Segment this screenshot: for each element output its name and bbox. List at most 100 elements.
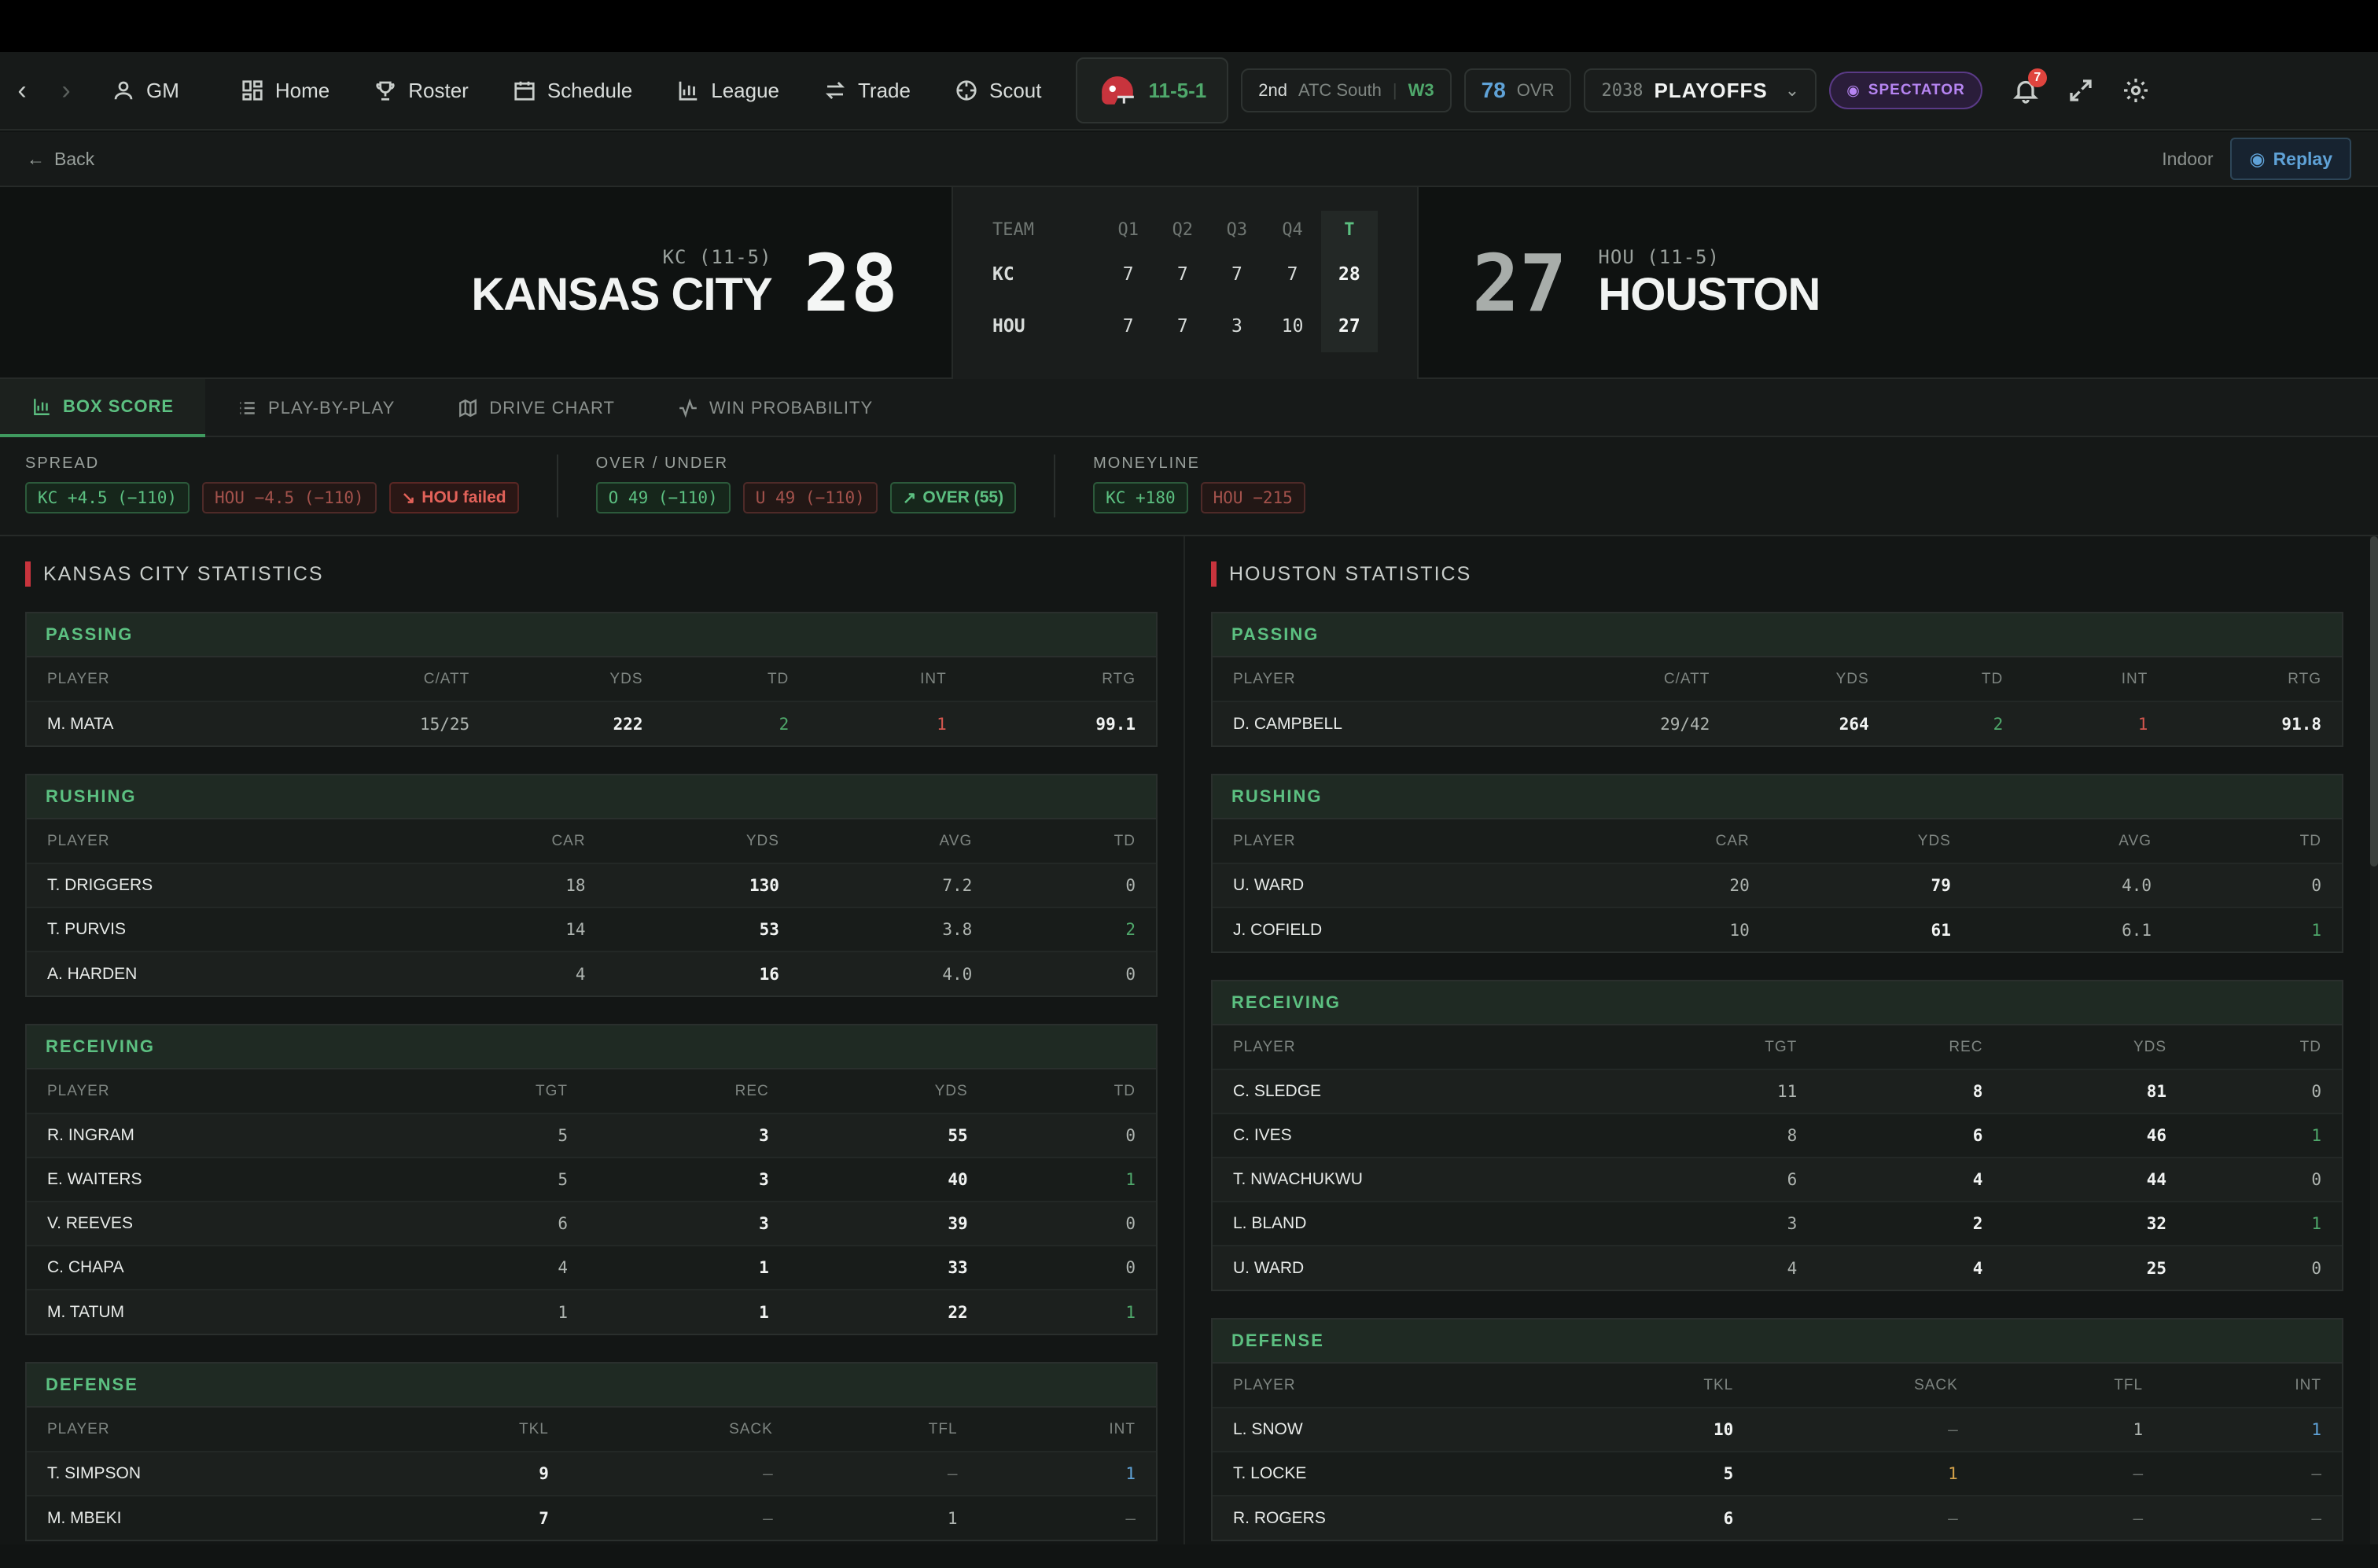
nav-scout[interactable]: Scout <box>933 51 1064 130</box>
table-row[interactable]: A. HARDEN 4 16 4.0 0 <box>27 951 1156 996</box>
table-row[interactable]: M. MBEKI 7–1– <box>27 1495 1156 1540</box>
replay-label: Replay <box>2273 148 2332 169</box>
column-header: C/ATT <box>1663 670 1710 687</box>
list-icon <box>240 402 255 414</box>
table-cell: 1 <box>1978 1407 2164 1452</box>
nav-home[interactable]: Home <box>201 51 352 130</box>
table-cell: T. NWACHUKWU <box>1213 1157 1636 1202</box>
table-cell: 6 <box>391 1201 589 1246</box>
table-row[interactable]: T. NWACHUKWU 6 4 44 0 <box>1213 1157 2342 1202</box>
gear-icon <box>2123 79 2148 102</box>
table-row[interactable]: U. WARD 20 79 4.0 0 <box>1213 863 2342 907</box>
spread-result-chip: ↘ HOU failed <box>388 482 519 513</box>
table-row[interactable]: R. ROGERS 6– – – <box>1213 1495 2342 1540</box>
column-header: TD <box>1114 832 1136 849</box>
table-row[interactable]: M. MATA 15/25 222 2 1 99.1 <box>27 701 1156 745</box>
column-header: INT <box>2295 1376 2321 1393</box>
table-cell: 6 <box>1636 1157 1818 1202</box>
replay-button[interactable]: ◉ Replay <box>2230 138 2351 180</box>
venue-label: Indoor <box>2162 148 2214 169</box>
table-cell: T. SIMPSON <box>27 1451 383 1496</box>
season-select[interactable]: 2038 PLAYOFFS ⌄ <box>1584 68 1817 112</box>
table-cell: – <box>569 1451 793 1496</box>
defense-card: DEFENSE PLAYER TKL SACK TFL INT L. SNOW 10–1 1 T.… <box>1211 1318 2343 1541</box>
column-header: TD <box>2299 1038 2321 1055</box>
table-row[interactable]: E. WAITERS 5 3 40 1 <box>27 1157 1156 1202</box>
table-row[interactable]: L. SNOW 10–1 1 <box>1213 1407 2342 1452</box>
line-cell: 3 <box>1231 316 1242 337</box>
nav-schedule[interactable]: Schedule <box>491 51 654 130</box>
table-cell: – <box>569 1495 793 1540</box>
calendar-icon <box>514 81 535 101</box>
back-button[interactable]: ← Back <box>27 149 94 170</box>
season-year: 2038 <box>1601 80 1644 101</box>
team-color-bar <box>25 561 31 587</box>
tab-box-score[interactable]: BOX SCORE <box>0 379 206 437</box>
scrollbar-thumb[interactable] <box>2370 536 2378 867</box>
table-cell: 4.0 <box>799 951 993 996</box>
nav-scout-label: Scout <box>988 78 1042 102</box>
table-row[interactable]: T. SIMPSON 9– –1 <box>27 1451 1156 1496</box>
receiving-heading: RECEIVING <box>27 1025 1156 1069</box>
passing-heading: PASSING <box>1213 613 2342 657</box>
table-cell: 25 <box>2003 1245 2188 1290</box>
over-under-group: OVER / UNDER O 49 (−110) U 49 (−110) ↗ OV… <box>595 455 1056 517</box>
table-cell: 1 <box>2163 1407 2342 1452</box>
table-cell: 2 <box>1889 701 2024 745</box>
window-top-bar <box>0 0 2378 52</box>
column-header: YDS <box>609 670 643 687</box>
fullscreen-button[interactable] <box>2053 51 2108 130</box>
column-header: TKL <box>1703 1376 1734 1393</box>
rushing-heading: RUSHING <box>1213 775 2342 819</box>
column-header: PLAYER <box>1233 1038 1296 1055</box>
table-row[interactable]: C. SLEDGE 11 8 81 0 <box>1213 1069 2342 1113</box>
table-row[interactable]: T. DRIGGERS 18 130 7.2 0 <box>27 863 1156 907</box>
table-row[interactable]: T. LOCKE 5 1– – <box>1213 1451 2342 1496</box>
table-row[interactable]: V. REEVES 6 3 39 0 <box>27 1201 1156 1246</box>
team-record-pill[interactable]: 11-5-1 <box>1076 57 1229 123</box>
table-row[interactable]: R. INGRAM 5 3 55 0 <box>27 1113 1156 1158</box>
table-row[interactable]: J. COFIELD 10 61 6.1 1 <box>1213 907 2342 951</box>
standing-pill[interactable]: 2nd ATC South | W3 <box>1241 68 1452 112</box>
nav-roster[interactable]: Roster <box>352 51 491 130</box>
nav-roster-label: Roster <box>408 78 469 102</box>
table-cell: 2 <box>992 907 1156 951</box>
notification-count-badge: 7 <box>2027 68 2047 87</box>
table-header: PLAYER CAR YDS AVG TD <box>1213 819 2342 863</box>
ovr-pill[interactable]: 78 OVR <box>1463 68 1572 112</box>
table-row[interactable]: C. IVES 8 6 46 1 <box>1213 1113 2342 1158</box>
tab-win-probability[interactable]: WIN PROBABILITY <box>646 379 904 437</box>
table-row[interactable]: T. PURVIS 14 53 3.8 2 <box>27 907 1156 951</box>
nav-trade[interactable]: Trade <box>801 51 933 130</box>
table-row[interactable]: M. TATUM 1 1 22 1 <box>27 1289 1156 1334</box>
table-row[interactable]: L. BLAND 3 2 32 1 <box>1213 1201 2342 1246</box>
table-cell: 0 <box>988 1113 1156 1158</box>
ovr-value: 78 <box>1481 78 1506 102</box>
table-cell: 9 <box>382 1451 569 1496</box>
notifications-button[interactable]: 7 <box>1998 51 2053 130</box>
scrollbar[interactable] <box>2370 536 2378 1544</box>
table-cell: 22 <box>789 1289 988 1334</box>
table-cell: 264 <box>1730 701 1890 745</box>
table-row[interactable]: U. WARD 4 4 25 0 <box>1213 1245 2342 1290</box>
column-header: TGT <box>1765 1038 1798 1055</box>
table-row[interactable]: D. CAMPBELL 29/42 264 2 1 91.8 <box>1213 701 2342 745</box>
column-header: PLAYER <box>47 1420 110 1437</box>
table-cell: 7 <box>382 1495 569 1540</box>
nav-gm[interactable]: GM <box>88 51 201 130</box>
nav-league[interactable]: League <box>654 51 801 130</box>
nav-forward-arrow-icon[interactable]: › <box>44 51 88 130</box>
tab-drive-chart[interactable]: DRIVE CHART <box>426 379 646 437</box>
spectator-badge[interactable]: ◉ SPECTATOR <box>1829 72 1982 109</box>
column-header: TD <box>2299 832 2321 849</box>
line-score-header: TEAM Q1 Q2 Q3 Q4 T <box>992 211 1378 248</box>
table-cell: 1 <box>391 1289 589 1334</box>
settings-button[interactable] <box>2108 51 2163 130</box>
tab-play-by-play[interactable]: PLAY-BY-PLAY <box>205 379 426 437</box>
table-cell: 40 <box>789 1157 988 1202</box>
sub-toolbar: ← Back Indoor ◉ Replay <box>0 132 2378 187</box>
receiving-card: RECEIVING PLAYER TGT REC YDS TD R. INGRAM 5 3 55 0… <box>25 1024 1158 1335</box>
column-header: INT <box>920 670 947 687</box>
table-row[interactable]: C. CHAPA 4 1 33 0 <box>27 1245 1156 1290</box>
nav-back-arrow-icon[interactable]: ‹ <box>0 51 44 130</box>
